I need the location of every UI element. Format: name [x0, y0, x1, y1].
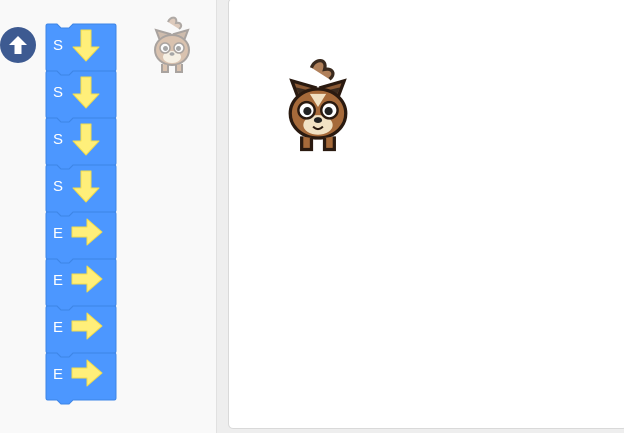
block-label: S — [53, 131, 64, 148]
move-right-block[interactable]: E — [45, 305, 117, 359]
block-label: E — [53, 225, 64, 242]
move-down-block[interactable]: S — [45, 70, 117, 124]
move-down-block[interactable]: S — [45, 23, 117, 77]
arrow-right-icon — [71, 218, 103, 246]
arrow-down-icon — [72, 29, 100, 62]
run-button[interactable] — [0, 27, 36, 63]
block-label: S — [53, 37, 64, 54]
block-label: E — [53, 272, 64, 289]
block-label: S — [53, 178, 64, 195]
arrow-up-icon — [9, 36, 27, 54]
block-label: E — [53, 319, 64, 336]
arrow-right-icon — [71, 265, 103, 293]
code-palette: S S S S E E E E — [0, 0, 217, 433]
arrow-down-icon — [72, 76, 100, 109]
cat-sprite-icon[interactable] — [276, 58, 360, 161]
arrow-right-icon — [71, 359, 103, 387]
arrow-right-icon — [71, 312, 103, 340]
arrow-down-icon — [72, 123, 100, 156]
move-down-block[interactable]: S — [45, 117, 117, 171]
cat-ghost-icon — [148, 16, 196, 81]
block-label: S — [53, 84, 64, 101]
move-down-block[interactable]: S — [45, 164, 117, 218]
arrow-down-icon — [72, 170, 100, 203]
move-right-block[interactable]: E — [45, 211, 117, 265]
move-right-block[interactable]: E — [45, 352, 117, 406]
block-label: E — [53, 366, 64, 383]
move-right-block[interactable]: E — [45, 258, 117, 312]
